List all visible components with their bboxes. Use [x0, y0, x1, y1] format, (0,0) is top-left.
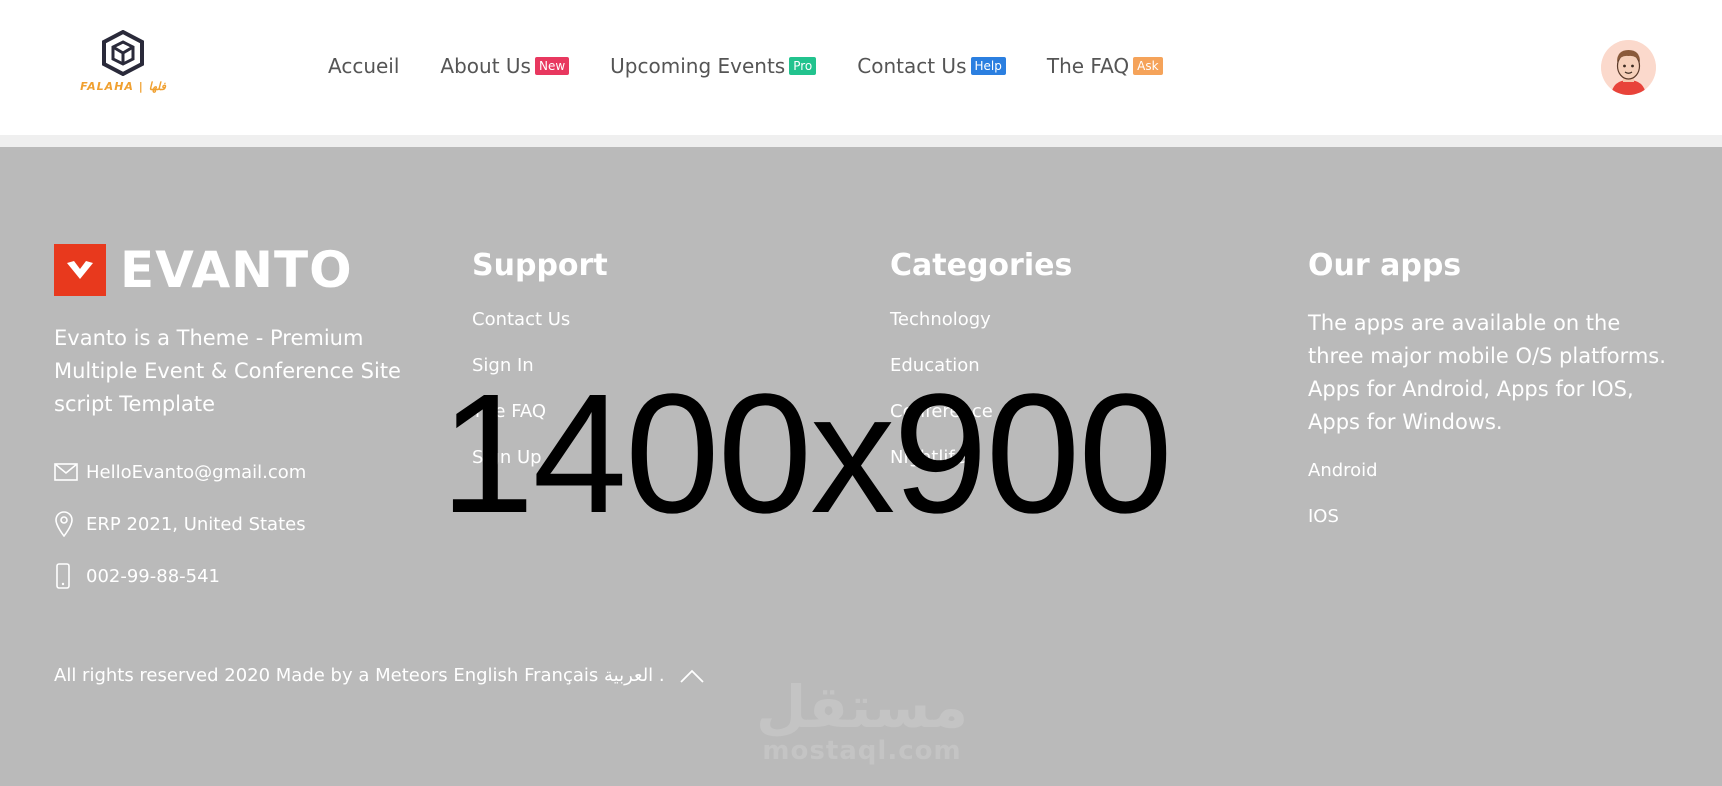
contact-address-text: ERP 2021, United States [86, 513, 306, 535]
nav-badge-new: New [534, 57, 570, 75]
app-link-android[interactable]: Android [1308, 459, 1668, 505]
about-text: Evanto is a Theme - Premium Multiple Eve… [54, 326, 401, 416]
contact-phone[interactable]: 002-99-88-541 [54, 561, 434, 591]
main-nav: Accueil About Us New Upcoming Events Pro… [328, 50, 1204, 82]
nav-badge-ask: Ask [1133, 57, 1163, 75]
nav-label[interactable]: About Us [440, 54, 531, 78]
nav-label[interactable]: Upcoming Events [610, 54, 785, 78]
mobile-phone-icon [54, 563, 86, 589]
app-link-ios[interactable]: IOS [1308, 505, 1668, 551]
nav-item-accueil[interactable]: Accueil [328, 54, 399, 78]
nav-item-about-us[interactable]: About Us New [440, 54, 570, 78]
contact-email[interactable]: HelloEvanto@gmail.com [54, 457, 434, 487]
contact-email-text[interactable]: HelloEvanto@gmail.com [86, 462, 306, 483]
footer-about-column: EVANTO Evanto is a Theme - Premium Multi… [54, 244, 434, 613]
nav-item-contact-us[interactable]: Contact Us Help [857, 54, 1006, 78]
site-header: FALAHA | فلها Accueil About Us New Upcom… [0, 0, 1722, 135]
copyright-text: All rights reserved 2020 Made by a Meteo… [54, 665, 665, 686]
cube-logo-icon [102, 30, 144, 76]
contact-list: HelloEvanto@gmail.com ERP 2021, United S… [54, 457, 434, 591]
footer-apps-column: Our apps The apps are available on the t… [1308, 247, 1668, 551]
category-link-technology[interactable]: Technology [890, 308, 1270, 354]
watermark-latin: mostaql.com [762, 736, 962, 766]
contact-address: ERP 2021, United States [54, 509, 434, 539]
mostaql-watermark: مستقل mostaql.com [752, 677, 972, 765]
apps-description: The apps are available on the three majo… [1308, 311, 1666, 434]
nav-item-upcoming-events[interactable]: Upcoming Events Pro [610, 54, 817, 78]
nav-badge-help: Help [970, 57, 1006, 75]
logo-text: FALAHA | فلها [80, 80, 166, 93]
apps-title: Our apps [1308, 248, 1462, 283]
site-logo[interactable]: FALAHA | فلها [78, 30, 168, 104]
user-avatar[interactable] [1601, 40, 1656, 95]
nav-badge-pro: Pro [789, 57, 817, 75]
watermark-arabic: مستقل [755, 673, 969, 741]
footer-brand[interactable]: EVANTO [54, 244, 434, 296]
support-title: Support [472, 248, 608, 283]
site-footer: EVANTO Evanto is a Theme - Premium Multi… [0, 147, 1722, 786]
mail-icon [54, 463, 86, 481]
footer-link-contact-us[interactable]: Contact Us [472, 308, 852, 354]
user-avatar-icon [1601, 40, 1656, 95]
scroll-to-top-icon[interactable] [679, 668, 705, 684]
categories-title: Categories [890, 248, 1073, 283]
nav-label[interactable]: Accueil [328, 54, 399, 78]
nav-item-the-faq[interactable]: The FAQ Ask [1047, 54, 1163, 78]
copyright-bar: All rights reserved 2020 Made by a Meteo… [54, 665, 705, 686]
contact-phone-text[interactable]: 002-99-88-541 [86, 566, 220, 587]
nav-label[interactable]: Contact Us [857, 54, 966, 78]
location-pin-icon [54, 511, 86, 537]
app-links: Android IOS [1308, 459, 1668, 551]
image-placeholder-label: 1400x900 [440, 359, 1173, 549]
header-divider [0, 135, 1722, 147]
evanto-logo-icon [54, 244, 106, 296]
nav-label[interactable]: The FAQ [1047, 54, 1129, 78]
brand-name: EVANTO [120, 241, 353, 299]
